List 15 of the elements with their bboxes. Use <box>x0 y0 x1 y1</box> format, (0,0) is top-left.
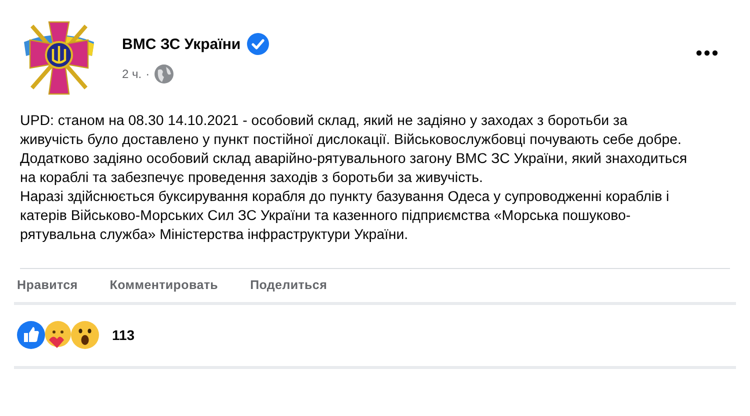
action-button[interactable]: Комментировать <box>110 278 218 292</box>
like-reaction-icon <box>16 320 46 350</box>
globe-icon[interactable] <box>154 64 174 84</box>
care-reaction-icon <box>43 320 73 350</box>
post-paragraph: Наразі здійснюється буксирування корабля до пункту базування Одеса у супроводженні кораблів і катерів Військово-Морських Сил ЗС України та казенного підприємства «Морська пошуково-рятувальна служба» Міністерства інфраструктури України. <box>20 188 670 245</box>
separator-dot: · <box>146 67 150 81</box>
post-paragraph: Додатково задіяно особовий склад аварійно-рятувального загону ВМС ЗС України, який знаходиться на кораблі та забезпечує проведення заходів з боротьби за живучість. <box>20 150 688 188</box>
reaction-count[interactable]: 113 <box>112 327 135 343</box>
author-name[interactable]: ВМС ЗС України <box>122 36 241 52</box>
wow-reaction-icon <box>70 320 100 350</box>
post-paragraph: UPD: станом на 08.30 14.10.2021 - особовий склад, який не задіяно у заходах з боротьби за живучість було доставлено у пункт постійної дислокації. Військовослужбовці почувають себе добре. <box>20 112 682 150</box>
action-button[interactable]: Нравится <box>17 278 78 292</box>
action-button[interactable]: Поделиться <box>250 278 328 292</box>
more-options-icon[interactable] <box>696 50 718 56</box>
post-time[interactable]: 2 ч. <box>122 67 142 81</box>
